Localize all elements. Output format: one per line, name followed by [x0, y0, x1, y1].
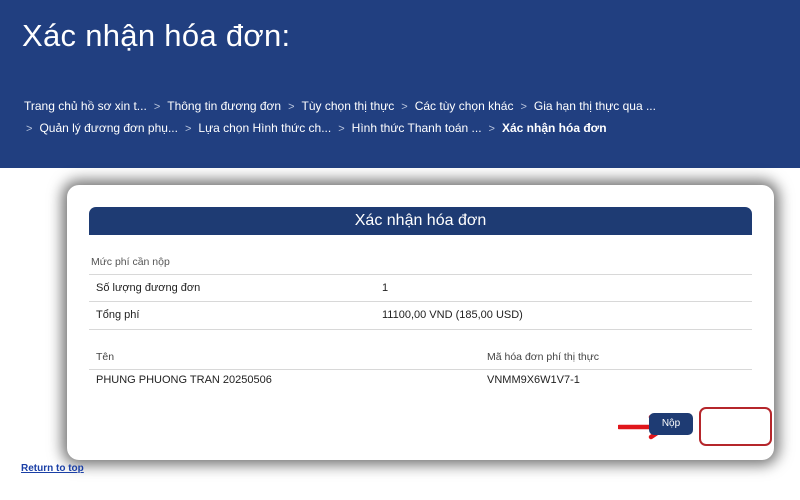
invoice-code-cell: VNMM9X6W1V7-1 [487, 374, 580, 386]
fee-value: 11100,00 VND (185,00 USD) [382, 309, 523, 321]
breadcrumb-separator: > [288, 101, 295, 113]
page-title: Xác nhận hóa đơn: [22, 18, 291, 53]
breadcrumb-separator: > [184, 123, 192, 135]
dialog-title: Xác nhận hóa đơn [89, 207, 752, 235]
breadcrumb-separator: > [153, 101, 161, 113]
breadcrumb-item-visa-options[interactable]: Tùy chọn thị thực [302, 99, 395, 113]
breadcrumb-row-1: Trang chủ hồ sơ xin t... > Thông tin đương… [24, 96, 784, 118]
fee-label: Số lượng đương đơn [96, 282, 201, 294]
breadcrumb-item-form-selection[interactable]: Lựa chọn Hình thức ch... [198, 121, 331, 135]
breadcrumb-item-home[interactable]: Trang chủ hồ sơ xin t... [24, 99, 147, 113]
breadcrumb-separator: > [401, 101, 408, 113]
breadcrumb-item-visa-extension[interactable]: Gia hạn thị thực qua ... [534, 99, 656, 113]
breadcrumb-separator: > [26, 123, 33, 135]
column-header-invoice-code: Mã hóa đơn phí thị thực [487, 351, 599, 363]
applicant-name-cell: PHUNG PHUONG TRAN 20250506 [96, 374, 272, 386]
breadcrumb: Trang chủ hồ sơ xin t... > Thông tin đương… [24, 96, 784, 140]
breadcrumb-separator: > [488, 123, 495, 135]
fee-value: 1 [382, 282, 389, 294]
breadcrumb-item-other-options[interactable]: Các tùy chọn khác [415, 99, 514, 113]
fee-row-applicant-count: Số lượng đương đơn 1 [89, 274, 752, 302]
table-row: PHUNG PHUONG TRAN 20250506 VNMM9X6W1V7-1 [89, 370, 752, 392]
page-header: Xác nhận hóa đơn: Trang chủ hồ sơ xin t.… [0, 0, 800, 168]
invoice-table-header: Tên Mã hóa đơn phí thị thực [89, 347, 752, 370]
return-to-top-link[interactable]: Return to top [21, 463, 84, 474]
column-header-name: Tên [96, 351, 115, 363]
breadcrumb-item-payment-method[interactable]: Hình thức Thanh toán ... [352, 121, 482, 135]
fee-label: Tổng phí [96, 309, 140, 321]
fee-row-total: Tổng phí 11100,00 VND (185,00 USD) [89, 301, 752, 330]
submit-highlight-box [699, 407, 772, 446]
breadcrumb-item-current: Xác nhận hóa đơn [501, 121, 607, 135]
breadcrumb-item-applicant-info[interactable]: Thông tin đương đơn [167, 99, 281, 113]
submit-button[interactable]: Nộp [649, 413, 693, 435]
breadcrumb-separator: > [338, 123, 345, 135]
breadcrumb-row-2: > Quản lý đương đơn phụ... > Lựa chọn Hình … [24, 118, 784, 140]
breadcrumb-item-dependent-management[interactable]: Quản lý đương đơn phụ... [39, 121, 178, 135]
breadcrumb-separator: > [520, 101, 527, 113]
fee-section-label: Mức phí cần nộp [91, 256, 170, 268]
